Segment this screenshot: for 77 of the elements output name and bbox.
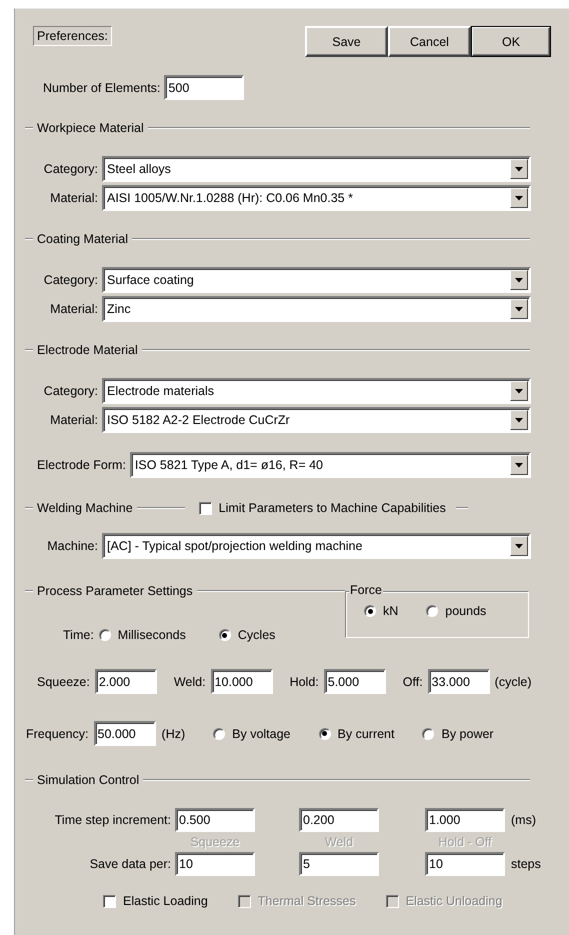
field-label: Hold: bbox=[290, 674, 319, 688]
input-field[interactable]: 10.000 bbox=[210, 669, 273, 694]
dropdown-arrow-button[interactable] bbox=[510, 410, 528, 430]
dropdown-arrow-button[interactable] bbox=[510, 299, 528, 319]
input-field[interactable]: 2.000 bbox=[94, 669, 157, 694]
section-title: Workpiece Material bbox=[36, 121, 145, 135]
input-field[interactable]: 5.000 bbox=[324, 669, 386, 694]
field-label: Material: bbox=[49, 302, 98, 316]
time-unit-radio[interactable]: Milliseconds bbox=[98, 628, 186, 642]
unit-label: (Hz) bbox=[162, 726, 186, 740]
machine-dropdown[interactable]: [AC] - Typical spot/projection welding machine bbox=[102, 533, 531, 559]
section-title: Coating Material bbox=[36, 232, 130, 246]
field-label: Material: bbox=[49, 413, 98, 427]
caret-down-icon bbox=[515, 306, 523, 312]
field-label: Category: bbox=[42, 162, 98, 176]
dropdown-arrow-button[interactable] bbox=[510, 455, 528, 475]
field-label: Electrode Form: bbox=[37, 458, 126, 472]
dialog-button[interactable]: Save bbox=[305, 26, 388, 57]
force-unit-radio[interactable]: kN bbox=[364, 604, 398, 618]
field-label: Off: bbox=[402, 674, 423, 688]
field-label: Category: bbox=[42, 273, 98, 287]
field-label: Category: bbox=[42, 384, 98, 398]
group-title: Force bbox=[349, 583, 383, 597]
force-unit-radio[interactable]: pounds bbox=[426, 604, 486, 618]
field-label: Material: bbox=[49, 191, 98, 205]
input-field[interactable]: 33.000 bbox=[428, 669, 490, 694]
form-dropdown[interactable]: ISO 5821 Type A, d1= ø16, R= 40 bbox=[130, 452, 531, 478]
time-unit-radio[interactable]: Cycles bbox=[218, 628, 276, 642]
field-label: Machine: bbox=[46, 539, 98, 553]
material-dropdown[interactable]: Electrode materials bbox=[102, 378, 531, 404]
option-checkbox[interactable]: Elastic Loading bbox=[103, 894, 208, 908]
unit-label: steps bbox=[511, 857, 542, 871]
field-label: Number of Elements: bbox=[43, 80, 160, 94]
caret-down-icon bbox=[515, 544, 523, 548]
field-label: Time: bbox=[63, 628, 94, 642]
dropdown-arrow-button[interactable] bbox=[510, 381, 528, 401]
control-mode-radio[interactable]: By voltage bbox=[213, 726, 291, 740]
dialog-button[interactable]: OK bbox=[471, 26, 551, 57]
caret-down-icon bbox=[515, 278, 523, 282]
material-dropdown[interactable]: AISI 1005/W.Nr.1.0288 (Hr): C0.06 Mn0.35 * bbox=[102, 185, 531, 211]
dropdown-arrow-button[interactable] bbox=[510, 270, 528, 290]
material-dropdown[interactable]: Steel alloys bbox=[102, 156, 531, 182]
dialog-button[interactable]: Cancel bbox=[388, 26, 471, 57]
caret-down-icon bbox=[515, 388, 523, 394]
input-field[interactable]: 0.200 bbox=[299, 808, 379, 832]
input-field[interactable]: 10 bbox=[425, 852, 505, 876]
caret-down-icon bbox=[515, 462, 523, 468]
field-label: Save data per: bbox=[90, 857, 171, 871]
field-label: Time step increment: bbox=[54, 813, 171, 827]
control-mode-radio[interactable]: By power bbox=[422, 726, 494, 740]
input-field[interactable]: 500 bbox=[164, 75, 244, 100]
input-field[interactable]: 10 bbox=[175, 852, 255, 876]
preferences-label: Preferences: bbox=[33, 26, 112, 46]
input-field[interactable]: 1.000 bbox=[425, 808, 505, 832]
section-title: Simulation Control bbox=[36, 773, 140, 787]
input-field[interactable]: 5 bbox=[299, 852, 379, 876]
dropdown-arrow-button[interactable] bbox=[510, 159, 528, 179]
input-field[interactable]: 0.500 bbox=[175, 808, 255, 832]
input-field[interactable]: 50.000 bbox=[94, 721, 156, 746]
unit-label: (cycle) bbox=[494, 674, 532, 688]
caret-down-icon bbox=[515, 196, 523, 200]
field-label: Squeeze: bbox=[37, 674, 90, 688]
dropdown-arrow-button[interactable] bbox=[510, 536, 528, 556]
material-dropdown[interactable]: Zinc bbox=[102, 296, 531, 322]
caret-down-icon bbox=[515, 418, 523, 422]
section-title: Welding Machine bbox=[36, 501, 134, 515]
limit-checkbox[interactable]: Limit Parameters to Machine Capabilities bbox=[198, 501, 446, 515]
section-title: Electrode Material bbox=[36, 343, 139, 357]
control-mode-radio[interactable]: By current bbox=[318, 726, 394, 740]
caret-down-icon bbox=[515, 166, 523, 172]
field-label: Weld: bbox=[174, 674, 206, 688]
material-dropdown[interactable]: Surface coating bbox=[102, 267, 531, 293]
material-dropdown[interactable]: ISO 5182 A2-2 Electrode CuCrZr bbox=[102, 407, 531, 433]
unit-label: (ms) bbox=[511, 813, 537, 827]
field-label: Frequency: bbox=[26, 726, 89, 740]
section-title: Process Parameter Settings bbox=[36, 584, 194, 598]
dropdown-arrow-button[interactable] bbox=[510, 188, 528, 208]
